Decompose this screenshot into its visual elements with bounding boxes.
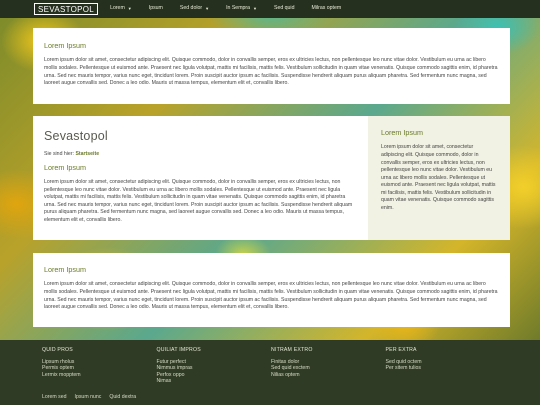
section-text: Lorem ipsum dolor sit amet, consectetur … <box>44 179 353 223</box>
footer-bottom-link[interactable]: Ipsum nunc <box>75 394 102 402</box>
nav-item-in-sempra[interactable]: In Sempra ▼ <box>226 5 257 13</box>
breadcrumb: Sie sind hier: Startseite <box>44 151 357 159</box>
footer-column-heading: PER EXTRA <box>385 347 417 353</box>
footer-column: NITRAM EXTRO Finitas dolor Sed quid exct… <box>271 347 386 385</box>
breadcrumb-prefix: Sie sind hier: <box>44 151 74 158</box>
footer-column-heading: NITRAM EXTRO <box>271 347 313 353</box>
nav-item-label: Lorem <box>110 5 125 12</box>
footer-bottom-link[interactable]: Lorem sed <box>42 394 67 402</box>
main-column: Sevastopol Sie sind hier: Startseite Lor… <box>33 116 368 240</box>
sidebar-text: Lorem ipsum dolor sit amet, consectetur … <box>381 144 496 211</box>
nav-item-label: Sed quid <box>273 5 295 12</box>
main-content-panel: Sevastopol Sie sind hier: Startseite Lor… <box>33 116 510 240</box>
sidebar: Lorem Ipsum Lorem ipsum dolor sit amet, … <box>368 116 510 240</box>
footer-column-heading: QUID PROS <box>42 347 73 353</box>
nav-item-milras-optem[interactable]: Milras optem <box>311 5 341 13</box>
section-heading: Lorem Ipsum <box>44 265 86 274</box>
footer-link[interactable]: Nilias optem <box>271 372 386 379</box>
footer: QUID PROS Lipsum rholus Permis optem Ler… <box>0 340 540 405</box>
footer-column: QUID PROS Lipsum rholus Permis optem Ler… <box>42 347 157 385</box>
nav-item-label: Ipsum <box>148 5 163 12</box>
section-heading: Lorem Ipsum <box>44 162 86 172</box>
footer-column: PER EXTRA Sed quid octem Per sitem tulio… <box>386 347 501 385</box>
nav-item-sed-quid[interactable]: Sed quid <box>274 5 294 13</box>
chevron-down-icon: ▼ <box>253 6 257 12</box>
footer-bottom-link[interactable]: Quid dextra <box>109 394 136 402</box>
nav-item-sed-dolor[interactable]: Sed dolor ▼ <box>180 5 209 13</box>
brand-logo[interactable]: SEVASTOPOL <box>34 3 99 15</box>
footer-link[interactable]: Nimas <box>157 378 272 385</box>
sidebar-heading: Lorem Ipsum <box>381 128 423 137</box>
nav-item-label: Sed dolor <box>179 5 203 12</box>
top-content-panel: Lorem Ipsum Lorem ipsum dolor sit amet, … <box>33 28 510 104</box>
chevron-down-icon: ▼ <box>127 6 132 12</box>
chevron-down-icon: ▼ <box>205 6 210 12</box>
footer-column-heading: QUILIAT IMPROS <box>156 347 201 353</box>
nav-item-ipsum[interactable]: Ipsum <box>149 5 163 13</box>
nav-item-label: In Sempra <box>226 5 251 12</box>
page-title: Sevastopol <box>44 129 108 143</box>
footer-link[interactable]: Lermix mopptem <box>42 372 157 379</box>
top-navbar: SEVASTOPOL Lorem ▼ Ipsum Sed dolor ▼ In … <box>0 0 540 18</box>
footer-link[interactable]: Per sitem tulios <box>386 365 501 372</box>
section-text: Lorem ipsum dolor sit amet, consectetur … <box>44 57 498 87</box>
section-text: Lorem ipsum dolor sit amet, consectetur … <box>44 281 498 311</box>
bottom-content-panel: Lorem Ipsum Lorem ipsum dolor sit amet, … <box>33 253 510 327</box>
footer-bottom-links: Lorem sed Ipsum nunc Quid dextra <box>42 394 144 402</box>
nav-item-label: Milras optem <box>311 5 342 12</box>
footer-column: QUILIAT IMPROS Futur perfect Nimmus impr… <box>157 347 272 385</box>
nav-item-lorem[interactable]: Lorem ▼ <box>110 5 132 13</box>
section-heading: Lorem Ipsum <box>44 41 86 50</box>
breadcrumb-link-home[interactable]: Startseite <box>75 151 99 157</box>
